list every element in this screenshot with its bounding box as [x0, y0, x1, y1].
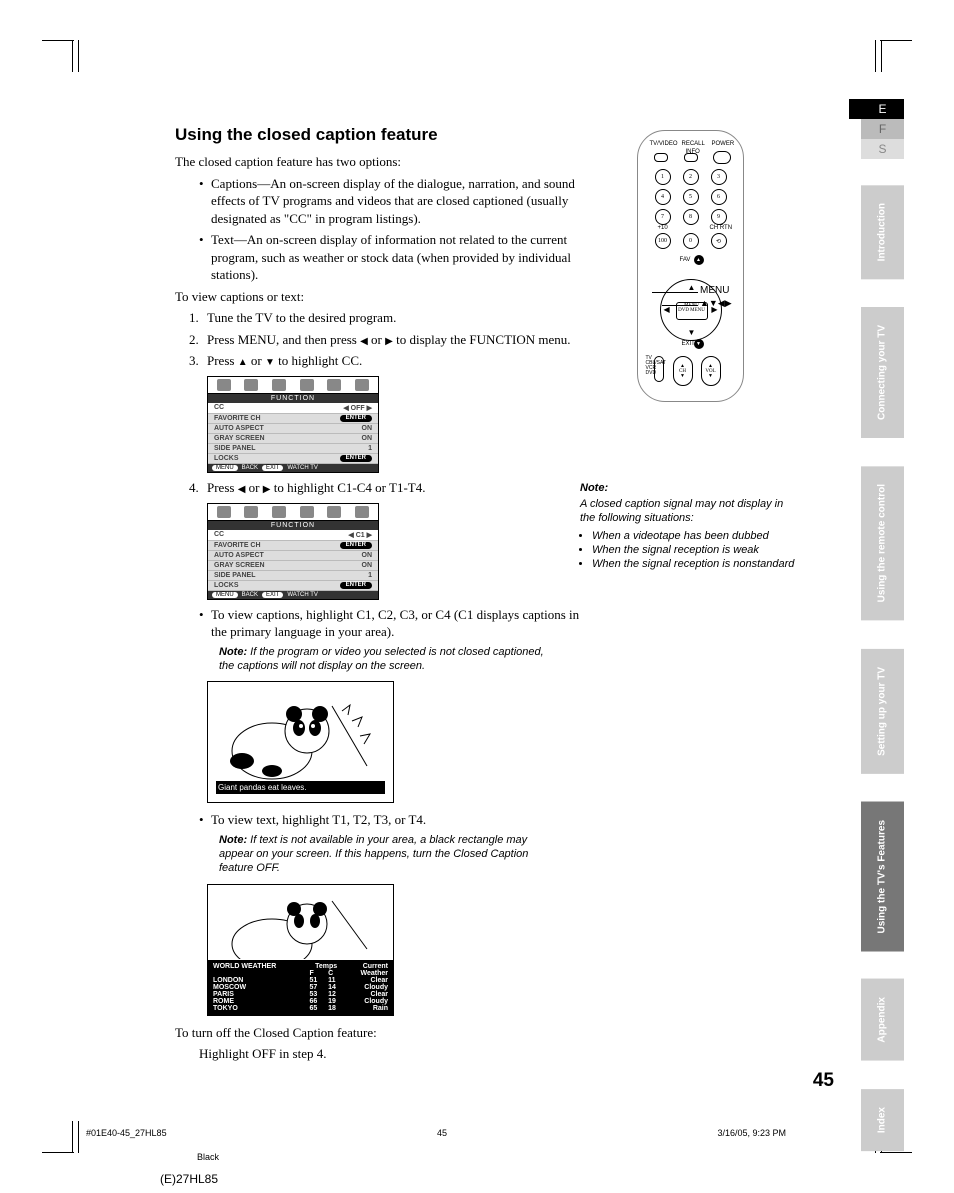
- page-number: 45: [813, 1070, 834, 1092]
- weather-table: WORLD WEATHERTempsCurrent FCWeather LOND…: [208, 960, 393, 1015]
- note-1: Note: If the program or video you select…: [219, 645, 549, 674]
- function-menu-c1: FUNCTION CC◀ C1 ▶ FAVORITE CHENTER AUTO …: [207, 503, 379, 600]
- view-captions-text: To view captions, highlight C1, C2, C3, …: [199, 606, 581, 641]
- lang-tab-e: E: [861, 99, 904, 119]
- footer-black: Black: [197, 1152, 219, 1162]
- lang-tab-f: F: [861, 119, 904, 139]
- caption-strip: Giant pandas eat leaves.: [216, 781, 385, 794]
- panda-caption-image: Giant pandas eat leaves.: [207, 681, 394, 803]
- tab-index: Index: [861, 1089, 904, 1151]
- bullet-text: Text—An on-screen display of information…: [199, 231, 581, 284]
- bullet-captions: Captions—An on-screen display of the dia…: [199, 175, 581, 228]
- tab-setting-up: Setting up your TV: [861, 649, 904, 774]
- note-2: Note: If text is not available in your a…: [219, 833, 549, 876]
- panda-illustration-icon: [212, 889, 389, 959]
- view-text-text: To view text, highlight T1, T2, T3, or T…: [199, 811, 755, 829]
- section-tabs: Introduction Connecting your TV Using th…: [861, 185, 904, 1179]
- lang-tab-s: S: [861, 139, 904, 159]
- function-menu-off: FUNCTION CC◀ OFF ▶ FAVORITE CHENTER AUTO…: [207, 376, 379, 473]
- side-note: Note: A closed caption signal may not di…: [580, 482, 800, 570]
- tab-features: Using the TV's Features: [861, 802, 904, 952]
- language-tabs: E F S: [861, 99, 904, 159]
- panda-weather-image: WORLD WEATHERTempsCurrent FCWeather LOND…: [207, 884, 394, 1016]
- tab-introduction: Introduction: [861, 185, 904, 279]
- footer-meta: #01E40-45_27HL85453/16/05, 9:23 PM: [86, 1128, 786, 1138]
- footer-model: (E)27HL85: [160, 1172, 218, 1186]
- turn-off-2: Highlight OFF in step 4.: [199, 1045, 755, 1063]
- tab-remote: Using the remote control: [861, 466, 904, 620]
- tab-connecting: Connecting your TV: [861, 307, 904, 438]
- arrows-callout: ▲▼◀▶: [700, 298, 732, 309]
- menu-callout: MENU: [700, 285, 729, 296]
- turn-off-1: To turn off the Closed Caption feature:: [175, 1024, 755, 1042]
- panda-illustration-icon: [212, 686, 389, 786]
- step-2: Press MENU, and then press ◀ or ▶ to dis…: [189, 331, 577, 349]
- remote-diagram: TV/VIDEO RECALL INFO POWER 1 2 3 4 5 6 7…: [637, 130, 744, 402]
- tab-appendix: Appendix: [861, 979, 904, 1061]
